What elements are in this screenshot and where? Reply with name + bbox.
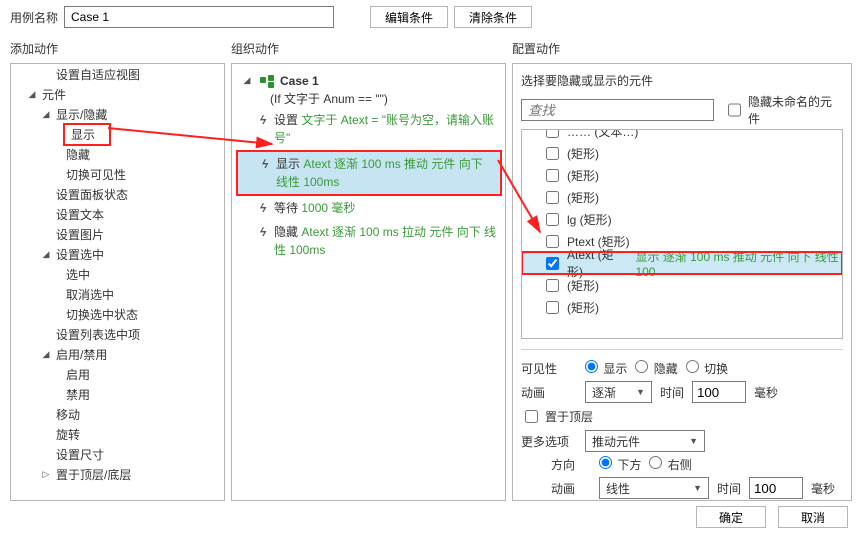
animation2-select[interactable]: 线性▼ [599, 477, 709, 499]
bolt-icon: ϟ [258, 111, 271, 129]
more-options-row: 更多选项 推动元件▼ [521, 430, 843, 452]
tree-item[interactable]: 移动 [11, 404, 224, 424]
tree-item[interactable]: ▷置于顶层/底层 [11, 464, 224, 484]
cancel-button[interactable]: 取消 [778, 506, 848, 528]
list-item[interactable]: lg (矩形) [522, 208, 842, 230]
tree-item[interactable]: 选中 [11, 264, 224, 284]
visibility-row: 可见性 显示 隐藏 切换 [521, 360, 843, 377]
case-condition: (If 文字于 Anum == "") [236, 90, 501, 108]
case-name-label: 用例名称 [10, 9, 58, 26]
hide-unnamed-checkbox[interactable]: 隐藏未命名的元件 [724, 93, 843, 127]
bolt-icon: ϟ [258, 199, 271, 217]
chevron-down-icon: ▼ [636, 387, 645, 397]
organize-action-list[interactable]: ◢ Case 1 (If 文字于 Anum == "") ϟ 设置 文字于 At… [232, 64, 505, 500]
case-icon [260, 75, 274, 87]
tree-item[interactable]: 设置面板状态 [11, 184, 224, 204]
organize-action-title: 组织动作 [231, 40, 506, 57]
animation-select[interactable]: 逐渐▼ [585, 381, 652, 403]
case-name-input[interactable] [64, 6, 334, 28]
tree-item[interactable]: 切换选中状态 [11, 304, 224, 324]
more-options-select[interactable]: 推动元件▼ [585, 430, 705, 452]
search-input[interactable] [521, 99, 714, 121]
chevron-down-icon: ▼ [693, 483, 702, 493]
edit-condition-button[interactable]: 编辑条件 [370, 6, 448, 28]
list-item[interactable]: (矩形) [522, 296, 842, 318]
radio-down[interactable]: 下方 [599, 456, 641, 473]
radio-right[interactable]: 右侧 [649, 456, 691, 473]
tree-item[interactable]: 设置尺寸 [11, 444, 224, 464]
list-item[interactable]: (矩形) [522, 186, 842, 208]
choose-widgets-label: 选择要隐藏或显示的元件 [521, 72, 843, 89]
tree-item[interactable]: 启用 [11, 364, 224, 384]
add-action-title: 添加动作 [10, 40, 225, 57]
bolt-icon: ϟ [260, 155, 273, 173]
tree-item[interactable]: 设置图片 [11, 224, 224, 244]
case-row[interactable]: ◢ Case 1 [236, 70, 501, 92]
clear-condition-button[interactable]: 清除条件 [454, 6, 532, 28]
tree-item[interactable]: 设置文本 [11, 204, 224, 224]
ok-button[interactable]: 确定 [696, 506, 766, 528]
radio-hide[interactable]: 隐藏 [635, 360, 677, 377]
bolt-icon: ϟ [258, 223, 271, 241]
radio-toggle[interactable]: 切换 [686, 360, 728, 377]
list-item[interactable]: …… (文本…) [522, 129, 842, 142]
direction-row: 方向 下方 右侧 [551, 456, 843, 473]
tree-item[interactable]: 隐藏 [11, 144, 224, 164]
tree-item[interactable]: 旋转 [11, 424, 224, 444]
tree-item[interactable]: ◢元件 [11, 84, 224, 104]
tree-item[interactable]: ◢启用/禁用 [11, 344, 224, 364]
tree-item[interactable]: 设置自适应视图 [11, 64, 224, 84]
widget-list[interactable]: …… (文本…) (矩形) (矩形) (矩形) lg (矩形) Ptext (矩… [521, 129, 843, 339]
tree-item[interactable]: 设置列表选中项 [11, 324, 224, 344]
configure-action-title: 配置动作 [512, 40, 852, 57]
animation-row: 动画 逐渐▼ 时间 毫秒 [521, 381, 843, 403]
animation2-row: 动画 线性▼ 时间 毫秒 [551, 477, 843, 499]
bring-to-top-checkbox[interactable]: 置于顶层 [521, 407, 593, 426]
list-item[interactable]: (矩形) [522, 142, 842, 164]
chevron-down-icon: ▼ [689, 436, 698, 446]
add-action-tree[interactable]: 设置自适应视图 ◢元件 ◢显示/隐藏 显示 隐藏 切换可见性 设置面板状态 设置… [11, 64, 224, 500]
tree-item[interactable]: ◢显示/隐藏 [11, 104, 224, 124]
tree-item[interactable]: 禁用 [11, 384, 224, 404]
tree-item[interactable]: 取消选中 [11, 284, 224, 304]
time2-input[interactable] [749, 477, 803, 499]
tree-item-show[interactable]: 显示 [11, 124, 224, 144]
action-show[interactable]: ϟ 显示 Atext 逐渐 100 ms 推动 元件 向下 线性 100ms [236, 150, 502, 196]
time-input[interactable] [692, 381, 746, 403]
list-item-atext[interactable]: Atext (矩形) 显示 逐渐 100 ms 推动 元件 向下 线性 100 [522, 252, 842, 274]
action-wait[interactable]: ϟ 等待 1000 毫秒 [236, 196, 501, 220]
list-item[interactable]: (矩形) [522, 164, 842, 186]
tree-item[interactable]: 切换可见性 [11, 164, 224, 184]
radio-show[interactable]: 显示 [585, 360, 627, 377]
tree-item[interactable]: ◢设置选中 [11, 244, 224, 264]
action-set-text[interactable]: ϟ 设置 文字于 Atext = "账号为空，请输入账号" [236, 108, 501, 150]
action-hide[interactable]: ϟ 隐藏 Atext 逐渐 100 ms 拉动 元件 向下 线性 100ms [236, 220, 501, 262]
